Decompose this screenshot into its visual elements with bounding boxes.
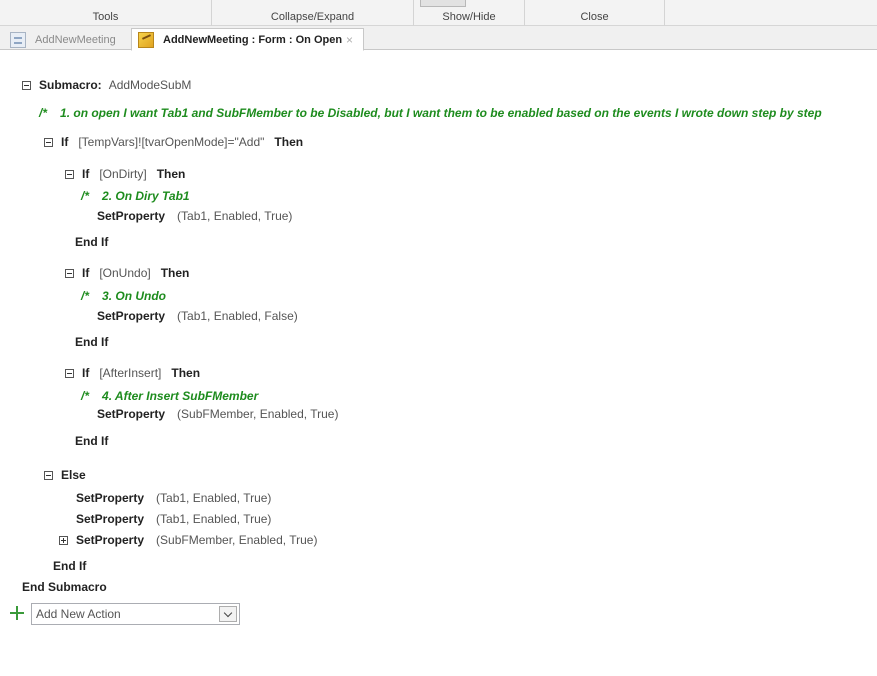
expand-icon[interactable] [59, 535, 68, 545]
action-name: SetProperty [76, 533, 145, 547]
end-submacro-line: End Submacro [22, 578, 107, 596]
if-block-header[interactable]: If [OnDirty] Then [65, 165, 185, 183]
if-block-header[interactable]: If [OnUndo] Then [65, 264, 189, 282]
comment-text: 2. On Diry Tab1 [102, 189, 190, 203]
action-line[interactable]: SetProperty (Tab1, Enabled, True) [76, 489, 271, 507]
add-new-action-text: Add New Action [36, 607, 121, 621]
if-keyword: If [82, 366, 90, 380]
then-keyword: Then [171, 366, 201, 380]
collapse-icon[interactable] [65, 368, 74, 378]
action-line-collapsed[interactable]: SetProperty (SubFMember, Enabled, True) [59, 531, 317, 549]
end-if-keyword: End If [53, 559, 87, 573]
comment-marker: /* [81, 189, 90, 203]
action-name: SetProperty [97, 209, 166, 223]
submacro-header[interactable]: Submacro: AddModeSubM [22, 76, 191, 94]
if-keyword: If [82, 167, 90, 181]
action-arguments: (Tab1, Enabled, True) [156, 491, 272, 505]
then-keyword: Then [160, 266, 190, 280]
action-arguments: (Tab1, Enabled, True) [156, 512, 272, 526]
end-if-keyword: End If [75, 235, 109, 249]
ribbon-group-labels: Tools Collapse/Expand Show/Hide Close [0, 0, 877, 26]
comment-text: 3. On Undo [102, 289, 167, 303]
else-block-header[interactable]: Else [44, 466, 86, 484]
if-block-header[interactable]: If [TempVars]![tvarOpenMode]="Add" Then [44, 133, 303, 151]
form-icon [10, 31, 26, 48]
ribbon-group-label: Collapse/Expand [270, 11, 355, 23]
if-block-header[interactable]: If [AfterInsert] Then [65, 364, 200, 382]
comment-text: 4. After Insert SubFMember [102, 389, 259, 403]
if-condition: [AfterInsert] [99, 366, 162, 380]
else-keyword: Else [61, 468, 86, 482]
collapse-icon[interactable] [22, 80, 31, 90]
action-arguments: (SubFMember, Enabled, True) [177, 407, 339, 421]
end-if-line: End If [53, 557, 86, 575]
if-condition: [OnDirty] [99, 167, 147, 181]
submacro-name: AddModeSubM [108, 78, 192, 92]
end-submacro-keyword: End Submacro [22, 580, 107, 594]
if-condition: [OnUndo] [99, 266, 151, 280]
action-line[interactable]: SetProperty (Tab1, Enabled, True) [97, 207, 292, 225]
comment-line[interactable]: /* 2. On Diry Tab1 [81, 187, 190, 205]
ribbon-group-close: Close [525, 0, 665, 26]
end-if-keyword: End If [75, 335, 109, 349]
ribbon-group-label: Tools [92, 11, 119, 23]
comment-marker: /* [39, 106, 48, 120]
collapse-icon[interactable] [65, 268, 74, 278]
action-name: SetProperty [76, 512, 145, 526]
action-line[interactable]: SetProperty (Tab1, Enabled, False) [97, 307, 298, 325]
comment-text: 1. on open I want Tab1 and SubFMember to… [60, 106, 822, 120]
submacro-keyword: Submacro: [39, 78, 102, 92]
then-keyword: Then [156, 167, 186, 181]
add-new-action-combobox[interactable]: Add New Action [31, 603, 240, 625]
end-if-line: End If [75, 233, 108, 251]
comment-marker: /* [81, 389, 90, 403]
collapse-icon[interactable] [65, 169, 74, 179]
action-name: SetProperty [97, 407, 166, 421]
action-line[interactable]: SetProperty (Tab1, Enabled, True) [76, 510, 271, 528]
tab-addnewmeeting-form[interactable]: AddNewMeeting [4, 28, 125, 51]
comment-line[interactable]: /* 1. on open I want Tab1 and SubFMember… [39, 104, 822, 122]
if-keyword: If [82, 266, 90, 280]
action-name: SetProperty [97, 309, 166, 323]
if-condition: [TempVars]![tvarOpenMode]="Add" [78, 135, 265, 149]
action-name: SetProperty [76, 491, 145, 505]
tab-label: AddNewMeeting [35, 33, 116, 46]
add-action-plus-icon [10, 606, 24, 620]
action-arguments: (Tab1, Enabled, True) [177, 209, 293, 223]
action-arguments: (SubFMember, Enabled, True) [156, 533, 318, 547]
action-arguments: (Tab1, Enabled, False) [177, 309, 298, 323]
ribbon-group-label: Close [580, 11, 609, 23]
then-keyword: Then [274, 135, 304, 149]
ribbon-group-label: Show/Hide [442, 11, 496, 23]
close-tab-icon[interactable]: × [346, 33, 357, 47]
ribbon-partial-button[interactable] [420, 0, 466, 7]
ribbon-group-tools: Tools [0, 0, 212, 26]
comment-marker: /* [81, 289, 90, 303]
tab-label: AddNewMeeting : Form : On Open [163, 33, 343, 46]
end-if-line: End If [75, 432, 108, 450]
end-if-keyword: End If [75, 434, 109, 448]
collapse-icon[interactable] [44, 137, 53, 147]
end-if-line: End If [75, 333, 108, 351]
comment-line[interactable]: /* 4. After Insert SubFMember [81, 387, 258, 405]
ribbon-group-collapse-expand: Collapse/Expand [212, 0, 414, 26]
dropdown-button[interactable] [219, 606, 237, 622]
action-line[interactable]: SetProperty (SubFMember, Enabled, True) [97, 405, 338, 423]
comment-line[interactable]: /* 3. On Undo [81, 287, 166, 305]
tab-addnewmeeting-on-open-macro[interactable]: AddNewMeeting : Form : On Open × [131, 28, 364, 51]
document-tab-strip: AddNewMeeting AddNewMeeting : Form : On … [0, 26, 877, 51]
chevron-down-icon [223, 608, 233, 617]
macro-icon [138, 31, 154, 48]
if-keyword: If [61, 135, 69, 149]
collapse-icon[interactable] [44, 470, 53, 480]
